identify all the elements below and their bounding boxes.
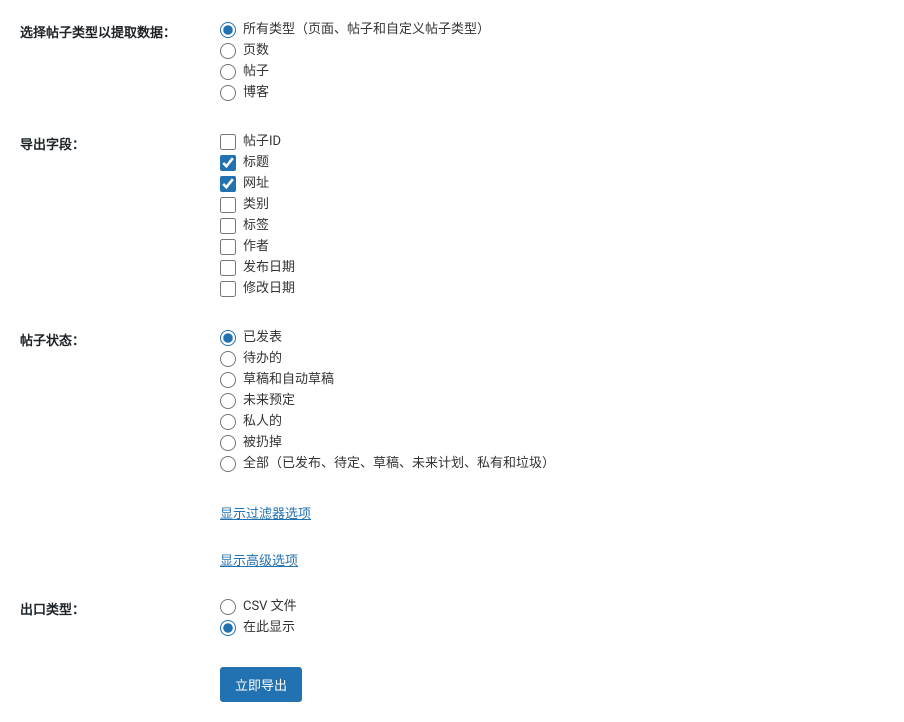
status-option-private: 私人的 xyxy=(220,412,884,431)
field-checkbox-modifydate[interactable] xyxy=(220,281,236,297)
status-radio-private[interactable] xyxy=(220,414,236,430)
status-option-label[interactable]: 草稿和自动草稿 xyxy=(243,370,334,389)
status-radio-all[interactable] xyxy=(220,456,236,472)
status-option-trash: 被扔掉 xyxy=(220,433,884,452)
post-type-label: 选择帖子类型以提取数据： xyxy=(20,20,220,41)
status-option-all: 全部（已发布、待定、草稿、未来计划、私有和垃圾） xyxy=(220,454,884,473)
filter-options-row: 显示过滤器选项 xyxy=(20,503,884,522)
show-filter-options-link[interactable]: 显示过滤器选项 xyxy=(220,507,311,522)
post-type-options: 所有类型（页面、帖子和自定义帖子类型） 页数 帖子 博客 xyxy=(220,20,884,104)
export-type-options: CSV 文件 在此显示 xyxy=(220,597,884,639)
field-checkbox-category[interactable] xyxy=(220,197,236,213)
export-type-section: 出口类型： CSV 文件 在此显示 xyxy=(20,597,884,639)
field-option-label[interactable]: 网址 xyxy=(243,174,269,193)
status-radio-trash[interactable] xyxy=(220,435,236,451)
status-option-published: 已发表 xyxy=(220,328,884,347)
post-type-radio-blog[interactable] xyxy=(220,85,236,101)
export-fields-options: 帖子ID 标题 网址 类别 标签 作者 发布日期 修改日期 xyxy=(220,132,884,300)
post-type-option-posts: 帖子 xyxy=(220,62,884,81)
status-option-label[interactable]: 未来预定 xyxy=(243,391,295,410)
field-checkbox-postid[interactable] xyxy=(220,134,236,150)
status-option-pending: 待办的 xyxy=(220,349,884,368)
export-type-label: 出口类型： xyxy=(20,597,220,618)
export-fields-label: 导出字段： xyxy=(20,132,220,153)
status-radio-pending[interactable] xyxy=(220,351,236,367)
status-option-draft: 草稿和自动草稿 xyxy=(220,370,884,389)
post-type-radio-posts[interactable] xyxy=(220,64,236,80)
field-option-author: 作者 xyxy=(220,237,884,256)
advanced-options-row: 显示高级选项 xyxy=(20,550,884,569)
show-advanced-options-link[interactable]: 显示高级选项 xyxy=(220,554,298,569)
field-option-label[interactable]: 类别 xyxy=(243,195,269,214)
export-radio-display[interactable] xyxy=(220,620,236,636)
field-checkbox-author[interactable] xyxy=(220,239,236,255)
field-option-label[interactable]: 发布日期 xyxy=(243,258,295,277)
export-option-display: 在此显示 xyxy=(220,618,884,637)
field-option-label[interactable]: 标签 xyxy=(243,216,269,235)
field-option-title: 标题 xyxy=(220,153,884,172)
export-fields-section: 导出字段： 帖子ID 标题 网址 类别 标签 作者 发布日期 xyxy=(20,132,884,300)
field-option-url: 网址 xyxy=(220,174,884,193)
export-option-csv: CSV 文件 xyxy=(220,597,884,616)
field-option-label[interactable]: 标题 xyxy=(243,153,269,172)
field-checkbox-tags[interactable] xyxy=(220,218,236,234)
field-checkbox-publishdate[interactable] xyxy=(220,260,236,276)
field-option-label[interactable]: 修改日期 xyxy=(243,279,295,298)
field-option-postid: 帖子ID xyxy=(220,132,884,151)
post-type-option-pages: 页数 xyxy=(220,41,884,60)
post-type-option-label[interactable]: 帖子 xyxy=(243,62,269,81)
post-status-label: 帖子状态： xyxy=(20,328,220,349)
post-type-option-label[interactable]: 所有类型（页面、帖子和自定义帖子类型） xyxy=(243,20,490,39)
status-option-label[interactable]: 被扔掉 xyxy=(243,433,282,452)
field-option-publishdate: 发布日期 xyxy=(220,258,884,277)
field-option-category: 类别 xyxy=(220,195,884,214)
status-radio-draft[interactable] xyxy=(220,372,236,388)
export-now-button[interactable]: 立即导出 xyxy=(220,667,302,702)
status-option-label[interactable]: 待办的 xyxy=(243,349,282,368)
submit-row: 立即导出 xyxy=(20,667,884,702)
post-type-option-all: 所有类型（页面、帖子和自定义帖子类型） xyxy=(220,20,884,39)
post-type-option-label[interactable]: 页数 xyxy=(243,41,269,60)
field-option-modifydate: 修改日期 xyxy=(220,279,884,298)
field-checkbox-url[interactable] xyxy=(220,176,236,192)
status-radio-published[interactable] xyxy=(220,330,236,346)
post-status-options: 已发表 待办的 草稿和自动草稿 未来预定 私人的 被扔掉 全部（已发布、待定、草… xyxy=(220,328,884,475)
export-option-label[interactable]: 在此显示 xyxy=(243,618,295,637)
status-option-label[interactable]: 已发表 xyxy=(243,328,282,347)
post-type-option-blog: 博客 xyxy=(220,83,884,102)
post-status-section: 帖子状态： 已发表 待办的 草稿和自动草稿 未来预定 私人的 被扔掉 全部（已发… xyxy=(20,328,884,475)
post-type-radio-pages[interactable] xyxy=(220,43,236,59)
export-option-label[interactable]: CSV 文件 xyxy=(243,597,297,616)
field-option-tags: 标签 xyxy=(220,216,884,235)
post-type-section: 选择帖子类型以提取数据： 所有类型（页面、帖子和自定义帖子类型） 页数 帖子 博… xyxy=(20,20,884,104)
status-option-label[interactable]: 全部（已发布、待定、草稿、未来计划、私有和垃圾） xyxy=(243,454,555,473)
field-option-label[interactable]: 作者 xyxy=(243,237,269,256)
export-radio-csv[interactable] xyxy=(220,599,236,615)
post-type-option-label[interactable]: 博客 xyxy=(243,83,269,102)
status-option-label[interactable]: 私人的 xyxy=(243,412,282,431)
status-option-future: 未来预定 xyxy=(220,391,884,410)
field-option-label[interactable]: 帖子ID xyxy=(243,132,281,151)
field-checkbox-title[interactable] xyxy=(220,155,236,171)
post-type-radio-all[interactable] xyxy=(220,22,236,38)
status-radio-future[interactable] xyxy=(220,393,236,409)
